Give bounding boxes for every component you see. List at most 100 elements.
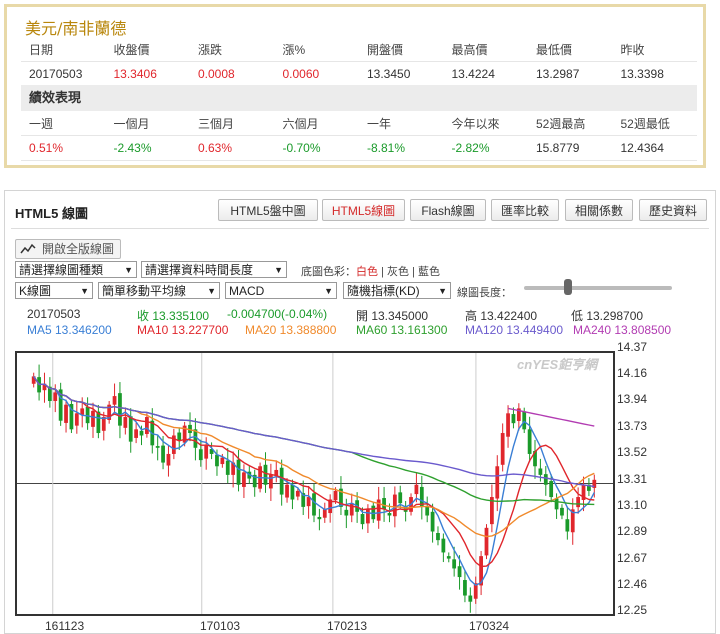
candle-body <box>484 527 489 556</box>
x-axis-tick: 161123 <box>45 619 85 633</box>
tab-fx-compare[interactable]: 匯率比較 <box>491 199 559 221</box>
quote-high-value: 13.4224 <box>443 61 528 87</box>
candle-body <box>118 393 122 426</box>
candle-body <box>425 506 430 516</box>
candle-body <box>161 445 165 463</box>
perf-header: 六個月 <box>282 116 319 131</box>
candle-body <box>414 484 419 495</box>
open-full-chart-label: 開啟全版線圖 <box>42 242 115 256</box>
perf-3m-value: 0.63% <box>190 135 275 161</box>
line-chart-icon <box>20 243 36 254</box>
candle-body <box>543 474 548 485</box>
candle-body <box>436 532 440 541</box>
candle-body <box>295 490 300 497</box>
chart-length-slider[interactable] <box>524 286 672 290</box>
ma10-line <box>33 376 595 568</box>
candle-body <box>565 519 570 532</box>
candlestick-plot-area[interactable] <box>15 351 615 616</box>
bg-color-options: 底圖色彩：白色 | 灰色 | 藍色 <box>301 263 440 279</box>
tab-flash-chart[interactable]: Flash線圖 <box>410 199 486 221</box>
bg-gray-option[interactable]: 灰色 <box>387 266 409 278</box>
performance-table: 一週 一個月 三個月 六個月 一年 今年以來 52週最高 52週最低 0.51%… <box>21 111 697 161</box>
quote-header: 昨收 <box>620 42 645 57</box>
quote-value-row: 20170503 13.3406 0.0008 0.0060 13.3450 1… <box>21 61 697 87</box>
y-axis-tick: 14.16 <box>617 366 648 380</box>
candle-body <box>333 490 338 501</box>
info-ma10: MA10 13.227700 <box>137 323 229 337</box>
candle-body <box>215 454 219 467</box>
indicator-select[interactable]: MACD ▼ <box>225 282 337 299</box>
cnyes-watermark: cnYES鉅亨網 <box>517 357 598 372</box>
time-range-select[interactable]: 請選擇資料時間長度 ▼ <box>141 261 287 278</box>
candle-body <box>242 472 246 487</box>
y-axis-tick: 13.10 <box>617 498 648 512</box>
quote-box: 美元/南非蘭德 日期 收盤價 漲跌 漲% 開盤價 最高價 最低價 昨收 2017… <box>4 4 706 168</box>
candle-body <box>91 410 95 427</box>
perf-52w-low-value: 12.4364 <box>612 135 697 161</box>
perf-header: 52週最高 <box>536 116 586 131</box>
chart-type-select[interactable]: 請選擇線圖種類 ▼ <box>15 261 137 278</box>
candle-body <box>457 566 462 578</box>
candle-body <box>220 457 225 465</box>
candle-body <box>155 446 160 448</box>
chart-length-slider-handle[interactable] <box>564 279 573 295</box>
candle-body <box>74 413 79 426</box>
candle-body <box>576 497 581 508</box>
y-axis-tick: 12.46 <box>617 577 648 591</box>
perf-1w-value: 0.51% <box>21 135 106 161</box>
ma240-line <box>507 407 595 427</box>
chart-length-label: 線圖長度： <box>457 287 512 299</box>
candle-body <box>366 509 370 524</box>
candle-body <box>495 466 500 499</box>
candle-body <box>123 417 128 428</box>
candle-body <box>430 511 435 532</box>
y-axis-tick: 12.67 <box>617 551 648 565</box>
candle-body <box>349 503 354 516</box>
candle-body <box>322 509 327 518</box>
info-ma60: MA60 13.161300 <box>356 323 448 337</box>
candle-body <box>268 474 273 489</box>
y-axis-tick: 13.52 <box>617 445 648 459</box>
tab-correlation[interactable]: 相關係數 <box>565 199 633 221</box>
candle-body <box>392 494 397 517</box>
quote-header: 開盤價 <box>367 42 404 57</box>
info-open: 開 13.345000 <box>356 309 429 323</box>
y-axis-tick: 12.89 <box>617 524 648 538</box>
candle-body <box>549 481 554 498</box>
bg-color-label: 底圖色彩： <box>301 266 356 278</box>
chevron-down-icon: ▼ <box>274 265 283 275</box>
random-indicator-select[interactable]: 隨機指標(KD) ▼ <box>343 282 451 299</box>
tab-html5-chart[interactable]: HTML5線圖 <box>322 199 405 221</box>
bg-white-option[interactable]: 白色 <box>356 266 378 278</box>
perf-header: 一個月 <box>113 116 150 131</box>
candle-body <box>279 467 284 495</box>
random-indicator-value: 隨機指標(KD) <box>347 284 420 298</box>
candle-body <box>177 432 182 441</box>
candle-body <box>452 559 457 569</box>
ma-type-select[interactable]: 簡單移動平均線 ▼ <box>98 282 220 299</box>
candle-body <box>263 464 268 485</box>
candle-body <box>139 430 144 436</box>
open-full-chart-button[interactable]: 開啟全版線圖 <box>15 239 122 259</box>
chevron-down-icon: ▼ <box>207 286 216 296</box>
performance-title: 績效表現 <box>21 85 697 111</box>
y-axis-tick: 13.31 <box>617 472 648 486</box>
chevron-down-icon: ▼ <box>124 265 133 275</box>
candle-body <box>344 509 349 516</box>
candle-body <box>128 416 133 442</box>
kline-select[interactable]: K線圖 ▼ <box>15 282 93 299</box>
tab-history[interactable]: 歷史資料 <box>639 199 707 221</box>
quote-header: 最低價 <box>536 42 573 57</box>
candle-body <box>112 396 117 405</box>
bg-blue-option[interactable]: 藍色 <box>418 266 440 278</box>
tab-html5-intraday[interactable]: HTML5盤中圖 <box>218 199 318 221</box>
candle-body <box>360 514 365 525</box>
perf-52w-high-value: 15.8779 <box>528 135 613 161</box>
candle-body <box>204 445 209 459</box>
quote-header: 漲跌 <box>198 42 223 57</box>
candle-body <box>198 449 203 461</box>
candle-body <box>166 453 171 466</box>
quote-close-value: 13.3406 <box>105 61 190 87</box>
chevron-down-icon: ▼ <box>324 286 333 296</box>
perf-ytd-value: -2.82% <box>443 135 528 161</box>
